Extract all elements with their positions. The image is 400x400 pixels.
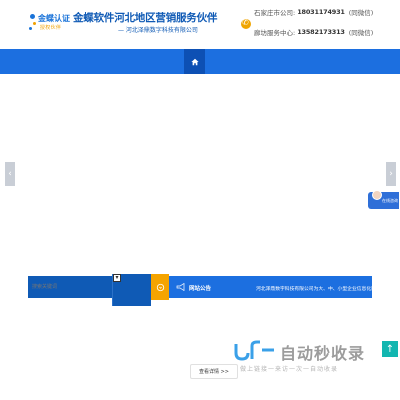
online-service-label: 在线咨询 bbox=[382, 198, 398, 203]
banner-next-button[interactable]: › bbox=[386, 162, 396, 186]
badge-subtitle: 授权伙伴 bbox=[40, 25, 62, 31]
search-icon bbox=[156, 283, 164, 291]
notice-title: 网站公告 bbox=[189, 286, 212, 292]
contact-number[interactable]: 18031174931 bbox=[297, 8, 345, 16]
watermark-subtitle: 做上链接一来访一次一自动收录 bbox=[240, 366, 339, 373]
site-header: 金蝶认证 授权伙伴 金蝶软件河北地区营销服务伙伴 — 河北泽鼎数字科技有限公司 … bbox=[0, 0, 400, 46]
badge-dot-icon bbox=[29, 27, 32, 30]
chevron-down-icon[interactable]: ▾ bbox=[113, 274, 121, 282]
back-to-top-button[interactable]: ↑ bbox=[382, 341, 398, 357]
badge-dot-icon bbox=[30, 14, 35, 19]
search-button[interactable] bbox=[151, 274, 169, 300]
contact-shijiazhuang: 石家庄市公司: 18031174931 (同微信) bbox=[254, 7, 373, 17]
megaphone-icon bbox=[176, 282, 186, 293]
watermark-logo-icon bbox=[232, 338, 276, 362]
badge-title: 金蝶认证 bbox=[38, 14, 70, 23]
contact-label: 廊坊服务中心: bbox=[254, 29, 296, 37]
brand-company: — 河北泽鼎数字科技有限公司 bbox=[118, 27, 198, 34]
notice-text[interactable]: 河北泽鼎数字科技有限公司为大、中、小型企业信息化服 bbox=[256, 285, 376, 292]
badge-dot-icon bbox=[33, 22, 36, 25]
contact-langfang: 廊坊服务中心: 13582173313 (同微信) bbox=[254, 27, 373, 37]
contact-label: 石家庄市公司: bbox=[254, 9, 296, 17]
phone-icon bbox=[241, 18, 251, 29]
nav-home-button[interactable] bbox=[184, 49, 205, 74]
contact-number[interactable]: 13582173313 bbox=[297, 28, 345, 36]
home-icon bbox=[190, 58, 199, 65]
contact-note: (同微信) bbox=[348, 9, 374, 17]
certified-partner-badge[interactable]: 金蝶认证 授权伙伴 bbox=[29, 10, 70, 36]
service-avatar bbox=[372, 190, 382, 200]
hero-banner bbox=[0, 74, 400, 270]
brand-title[interactable]: 金蝶软件河北地区营销服务伙伴 bbox=[73, 10, 217, 25]
banner-prev-button[interactable]: ‹ bbox=[5, 162, 15, 186]
view-details-button[interactable]: 查看详情 >> bbox=[190, 364, 238, 379]
contact-note: (同微信) bbox=[348, 29, 374, 37]
search-input[interactable] bbox=[32, 282, 108, 292]
watermark-title: 自动秒收录 bbox=[280, 344, 366, 363]
